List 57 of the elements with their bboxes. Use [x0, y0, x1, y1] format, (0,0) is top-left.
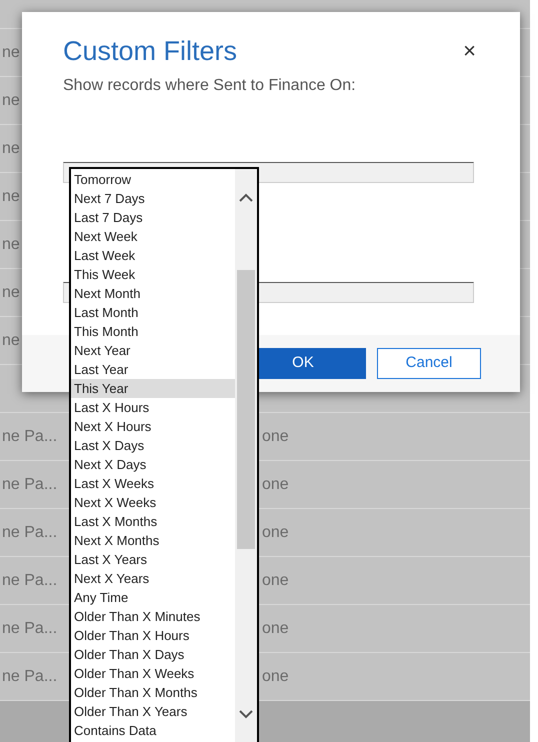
dropdown-item[interactable]: Next Week: [71, 227, 235, 246]
dropdown-item[interactable]: Last X Weeks: [71, 474, 235, 493]
table-cell-text: ne: [2, 330, 20, 350]
dropdown-item[interactable]: Older Than X Days: [71, 645, 235, 664]
dropdown-item[interactable]: Next X Hours: [71, 417, 235, 436]
dialog-subtitle: Show records where Sent to Finance On:: [62, 76, 357, 96]
dropdown-item[interactable]: Last Week: [71, 246, 235, 265]
dropdown-item[interactable]: Next 7 Days: [71, 189, 235, 208]
dropdown-item[interactable]: Last Year: [71, 360, 235, 379]
dropdown-item[interactable]: Any Time: [71, 588, 235, 607]
table-cell-text: ne: [2, 186, 20, 206]
table-cell-text: one: [262, 618, 289, 638]
dropdown-item[interactable]: Next X Weeks: [71, 493, 235, 512]
dropdown-item[interactable]: Last 7 Days: [71, 208, 235, 227]
scroll-up-icon[interactable]: [239, 193, 253, 202]
table-cell-text: ne Pa...: [2, 426, 58, 446]
dialog-title: Custom Filters: [63, 35, 238, 68]
dropdown-item[interactable]: Tomorrow: [71, 170, 235, 189]
dropdown-item[interactable]: Last X Days: [71, 436, 235, 455]
dropdown-item[interactable]: This Month: [71, 322, 235, 341]
dropdown-item[interactable]: Last X Years: [71, 550, 235, 569]
table-cell-text: one: [262, 666, 289, 686]
dropdown-item[interactable]: Older Than X Minutes: [71, 607, 235, 626]
table-cell-text: ne Pa...: [2, 570, 58, 590]
dropdown-item[interactable]: Last Month: [71, 303, 235, 322]
cancel-button[interactable]: Cancel: [377, 348, 481, 379]
dropdown-item[interactable]: Older Than X Weeks: [71, 664, 235, 683]
dropdown-item[interactable]: Last X Months: [71, 512, 235, 531]
table-cell-text: one: [262, 522, 289, 542]
dropdown-item[interactable]: Next X Days: [71, 455, 235, 474]
dropdown-item[interactable]: This Year: [71, 379, 235, 398]
dropdown-item[interactable]: Last X Hours: [71, 398, 235, 417]
table-cell-text: ne: [2, 282, 20, 302]
close-button[interactable]: ×: [463, 40, 476, 62]
dropdown-item[interactable]: Next Month: [71, 284, 235, 303]
dropdown-item[interactable]: Older Than X Months: [71, 683, 235, 702]
dropdown-item[interactable]: Older Than X Hours: [71, 626, 235, 645]
dropdown-item[interactable]: Contains Data: [71, 721, 235, 740]
dropdown-item[interactable]: Older Than X Years: [71, 702, 235, 721]
table-cell-text: ne Pa...: [2, 474, 58, 494]
table-cell-text: ne: [2, 138, 20, 158]
table-cell-text: ne Pa...: [2, 618, 58, 638]
dropdown-item[interactable]: This Week: [71, 265, 235, 284]
table-cell-text: one: [262, 426, 289, 446]
table-cell-text: ne: [2, 234, 20, 254]
table-cell-text: ne: [2, 90, 20, 110]
table-cell-text: one: [262, 570, 289, 590]
scrollbar[interactable]: [235, 169, 257, 742]
table-cell-text: ne: [2, 42, 20, 62]
dropdown-item[interactable]: Next X Months: [71, 531, 235, 550]
table-cell-text: one: [262, 474, 289, 494]
dropdown-item[interactable]: Next X Years: [71, 569, 235, 588]
table-cell-text: ne Pa...: [2, 666, 58, 686]
scroll-down-icon[interactable]: [239, 710, 253, 719]
dropdown-item[interactable]: Next Year: [71, 341, 235, 360]
scrollbar-thumb[interactable]: [237, 270, 255, 549]
table-cell-text: ne Pa...: [2, 522, 58, 542]
